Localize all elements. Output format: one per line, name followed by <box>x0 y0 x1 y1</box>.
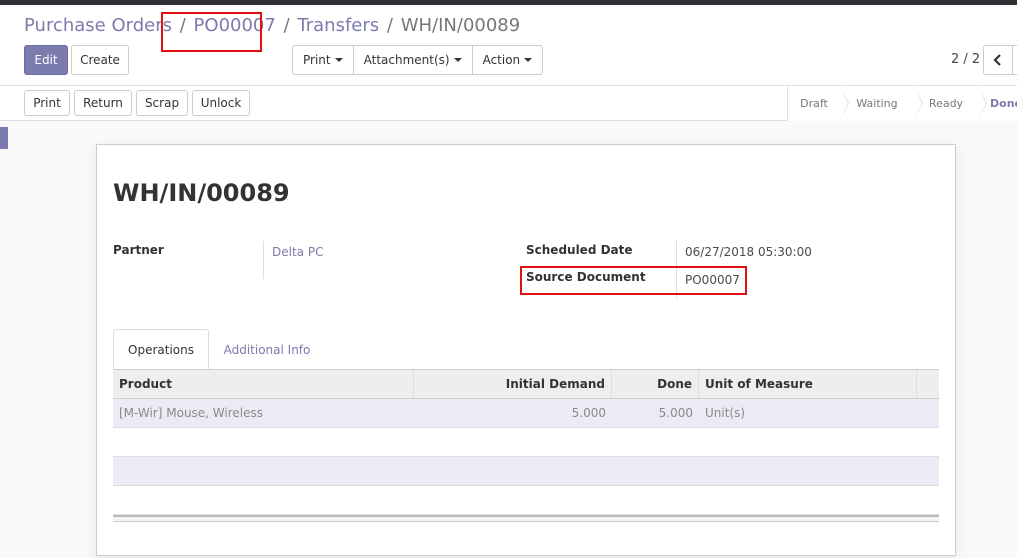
cell-done: 5.000 <box>658 406 693 420</box>
create-button[interactable]: Create <box>71 45 129 75</box>
breadcrumb-transfers[interactable]: Transfers <box>297 15 379 36</box>
stage-waiting[interactable]: Waiting <box>840 86 923 121</box>
source-document-value: PO00007 <box>685 273 740 287</box>
caret-down-icon <box>453 58 462 62</box>
table-footer <box>113 515 939 522</box>
scheduled-date-label: Scheduled Date <box>526 243 633 257</box>
control-panel: Purchase Orders / PO00007 / Transfers / … <box>0 5 1017 85</box>
table-row[interactable]: [M-Wir] Mouse, Wireless 5.000 5.000 Unit… <box>113 399 939 428</box>
breadcrumb-separator: / <box>283 15 290 36</box>
column-header-done[interactable]: Done <box>612 370 699 398</box>
left-accent <box>0 127 8 149</box>
table-row-empty <box>113 486 939 515</box>
action-dropdown-button[interactable]: Action <box>471 45 544 75</box>
breadcrumb-current: WH/IN/00089 <box>400 15 521 36</box>
pager-previous-button[interactable] <box>983 45 1013 75</box>
print-button[interactable]: Print <box>24 90 70 116</box>
cell-product: [M-Wir] Mouse, Wireless <box>119 406 264 420</box>
column-header-initial-demand[interactable]: Initial Demand <box>414 370 612 398</box>
partner-label: Partner <box>113 243 164 257</box>
status-stages: Draft Waiting Ready Done <box>787 86 1017 121</box>
record-title: WH/IN/00089 <box>113 179 290 207</box>
source-document-label: Source Document <box>526 270 646 284</box>
table-row-empty <box>113 457 939 486</box>
tab-additional-info[interactable]: Additional Info <box>214 329 320 370</box>
column-header-product[interactable]: Product <box>113 370 414 398</box>
action-button-group: Print Attachment(s) Action <box>292 45 544 75</box>
scheduled-date-value: 06/27/2018 05:30:00 <box>685 245 812 259</box>
cell-uom: Unit(s) <box>705 406 746 420</box>
partner-value[interactable]: Delta PC <box>272 245 323 259</box>
return-button[interactable]: Return <box>74 90 132 116</box>
breadcrumb-separator: / <box>179 15 186 36</box>
print-dropdown-label: Print <box>303 53 331 67</box>
breadcrumb-separator: / <box>386 15 393 36</box>
stage-ready[interactable]: Ready <box>914 86 987 121</box>
caret-down-icon <box>524 58 533 62</box>
notebook-tabs: Operations Additional Info <box>113 329 939 371</box>
scrap-button[interactable]: Scrap <box>136 90 188 116</box>
table-header: Product Initial Demand Done Unit of Meas… <box>113 369 939 399</box>
breadcrumb-purchase-orders[interactable]: Purchase Orders <box>24 15 172 36</box>
breadcrumb: Purchase Orders / PO00007 / Transfers / … <box>24 15 520 36</box>
breadcrumb-po[interactable]: PO00007 <box>194 15 276 36</box>
table-row-empty <box>113 428 939 457</box>
tab-operations[interactable]: Operations <box>113 329 209 371</box>
statusbar: Print Return Scrap Unlock Draft Waiting … <box>0 85 1017 121</box>
field-divider <box>676 241 677 299</box>
cell-initial-demand: 5.000 <box>571 406 606 420</box>
operations-table: Product Initial Demand Done Unit of Meas… <box>113 369 939 522</box>
edit-button[interactable]: Edit <box>24 45 68 75</box>
field-divider <box>263 241 264 279</box>
attachments-dropdown-button[interactable]: Attachment(s) <box>352 45 473 75</box>
column-header-uom[interactable]: Unit of Measure <box>699 370 917 398</box>
caret-down-icon <box>334 58 343 62</box>
attachments-dropdown-label: Attachment(s) <box>363 53 450 67</box>
chevron-left-icon <box>993 54 1001 66</box>
pager-next-button[interactable] <box>1012 45 1017 75</box>
action-dropdown-label: Action <box>482 53 521 67</box>
unlock-button[interactable]: Unlock <box>192 90 250 116</box>
stage-draft[interactable]: Draft <box>788 86 849 121</box>
print-dropdown-button[interactable]: Print <box>292 45 354 75</box>
form-sheet: WH/IN/00089 Partner Delta PC Scheduled D… <box>96 144 956 556</box>
pager-value[interactable]: 2 / 2 <box>951 52 980 67</box>
